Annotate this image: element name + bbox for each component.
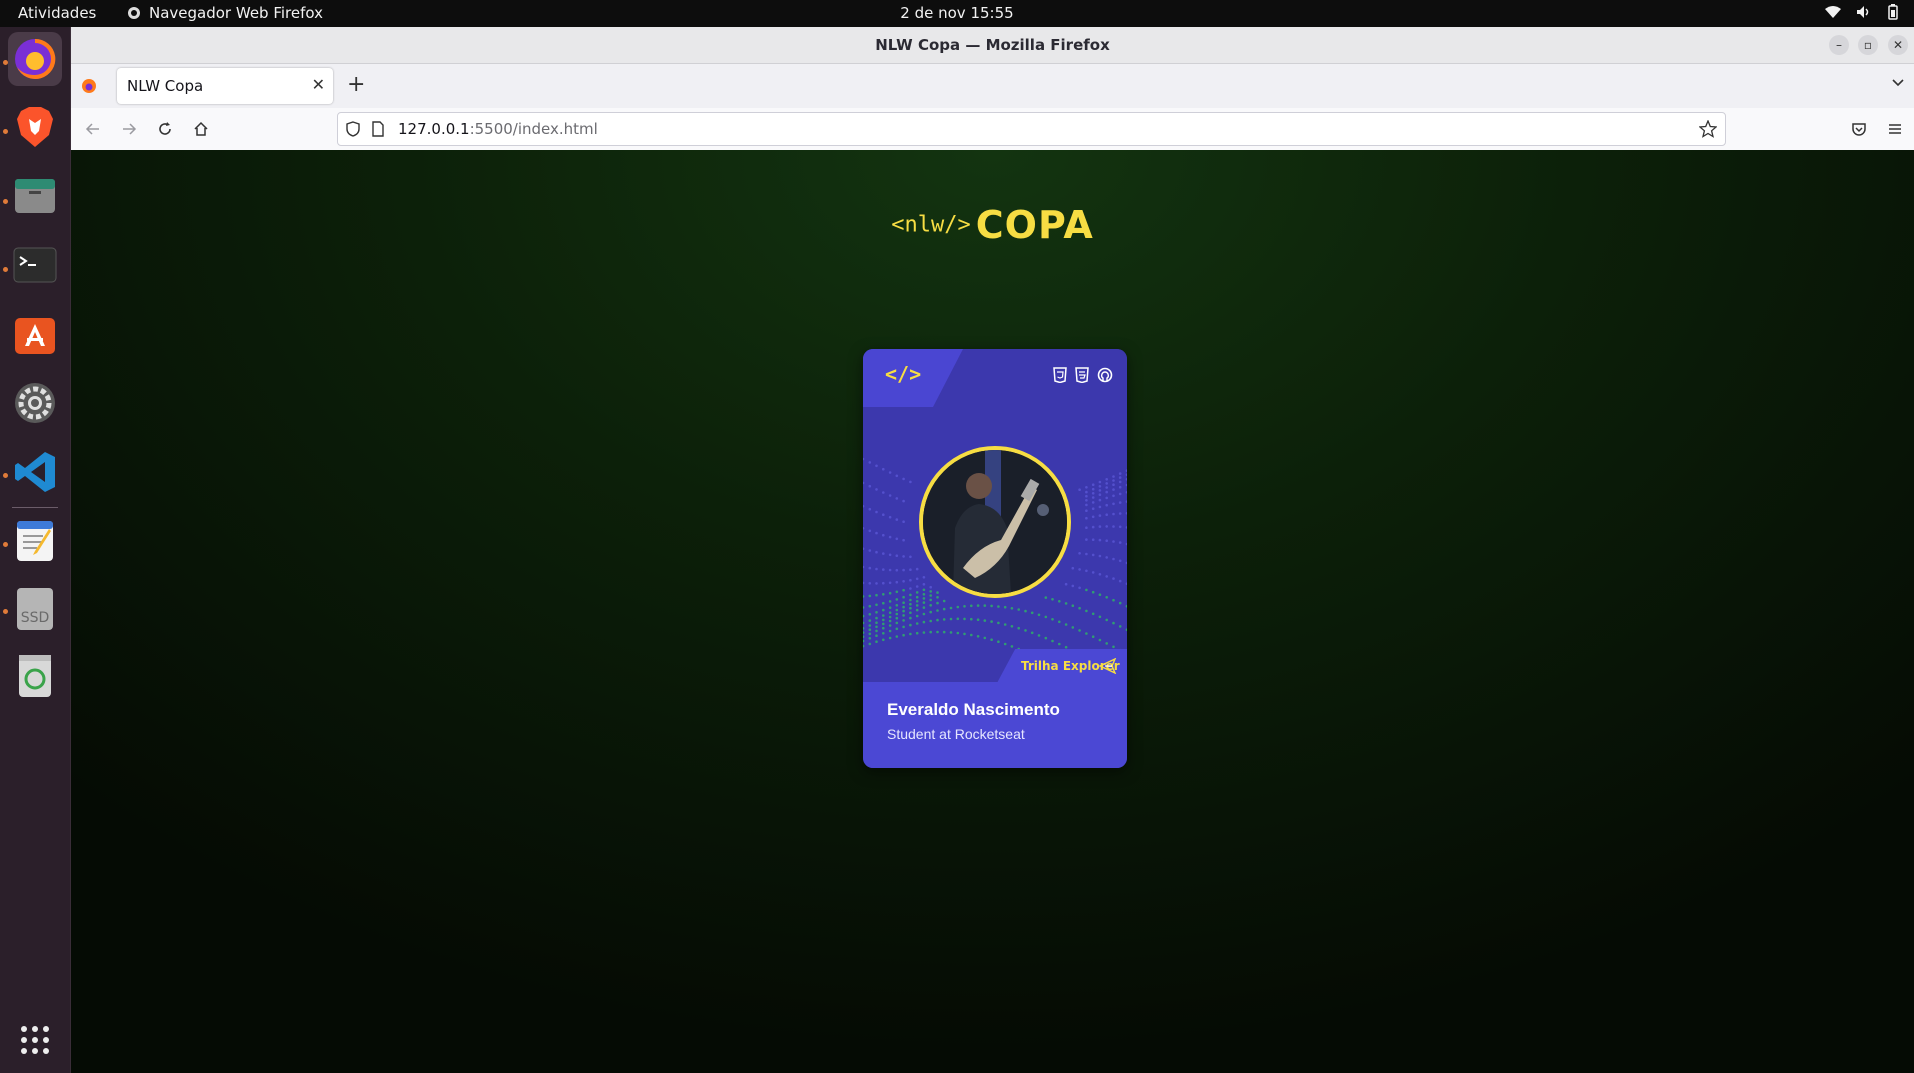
tech-icons	[1053, 367, 1113, 383]
back-arrow-icon	[85, 123, 99, 135]
profile-card: </> Trilha Explorer Everaldo Nascimento …	[863, 349, 1127, 768]
hamburger-menu-icon	[1889, 124, 1901, 134]
track-badge: Trilha Explorer	[997, 649, 1127, 682]
window-title: NLW Copa — Mozilla Firefox	[875, 36, 1110, 54]
firefox-icon	[15, 38, 56, 79]
profile-role: Student at Rocketseat	[887, 726, 1025, 742]
avatar-photo	[923, 450, 1067, 594]
tab-close-icon[interactable]: ✕	[312, 75, 325, 94]
dock-trash[interactable]	[8, 649, 62, 703]
vscode-icon	[15, 452, 55, 492]
bookmark-star-icon[interactable]	[1699, 120, 1717, 138]
firefox-view-icon[interactable]	[81, 78, 97, 94]
dock-show-apps[interactable]	[8, 1013, 62, 1067]
app-grid-icon	[21, 1026, 49, 1054]
logo-tag: <nlw/>	[891, 212, 971, 238]
drive-icon: SSD	[17, 588, 53, 630]
brave-icon	[17, 107, 53, 147]
pocket-icon	[1852, 123, 1866, 136]
dock-settings[interactable]	[8, 376, 62, 430]
tab-bar: NLW Copa ✕ +	[71, 64, 1914, 108]
forward-arrow-icon	[123, 123, 137, 135]
nlw-copa-logo: <nlw/> COPA	[71, 203, 1914, 247]
code-icon: </>	[885, 362, 922, 386]
url-text[interactable]: 127.0.0.1:5500/index.html	[398, 120, 598, 138]
app-menu-button[interactable]	[1883, 117, 1907, 141]
minimize-button[interactable]: –	[1829, 35, 1849, 55]
app-menu-label: Navegador Web Firefox	[149, 4, 323, 22]
ssd-label: SSD	[21, 610, 50, 626]
reload-icon	[159, 122, 171, 135]
dock-firefox[interactable]	[8, 32, 62, 86]
dock-files[interactable]	[8, 168, 62, 222]
dock-ssd-drive[interactable]: SSD	[8, 582, 62, 636]
dock-terminal[interactable]	[8, 238, 62, 292]
tab-label: NLW Copa	[127, 77, 204, 95]
tracking-protection-shield-icon[interactable]	[346, 121, 360, 137]
tab-nlw-copa[interactable]: NLW Copa ✕	[117, 68, 333, 104]
dock-vscode[interactable]	[8, 445, 62, 499]
activities-button[interactable]: Atividades	[18, 4, 96, 22]
card-bottom: Everaldo Nascimento Student at Rocketsea…	[863, 682, 1127, 768]
app-menu[interactable]: Navegador Web Firefox	[127, 4, 323, 22]
maximize-button[interactable]: ▫	[1858, 35, 1878, 55]
explorer-rocket-icon	[1099, 658, 1117, 674]
files-icon	[15, 179, 55, 213]
github-icon[interactable]	[1097, 367, 1113, 383]
profile-name: Everaldo Nascimento	[887, 700, 1060, 719]
avatar	[919, 446, 1071, 598]
url-host: 127.0.0.1	[398, 120, 470, 138]
battery-icon	[1888, 4, 1898, 20]
dock-separator	[12, 507, 58, 508]
list-all-tabs-icon[interactable]	[1890, 74, 1906, 90]
home-button[interactable]	[189, 117, 213, 141]
url-bar[interactable]: 127.0.0.1:5500/index.html	[337, 112, 1726, 146]
page-info-icon[interactable]	[372, 121, 384, 137]
wifi-icon	[1825, 6, 1841, 18]
navigation-toolbar: 127.0.0.1:5500/index.html	[71, 108, 1914, 151]
page-viewport: <nlw/> COPA </> Trilha Explorer Everaldo…	[71, 150, 1914, 1073]
dock-app-center[interactable]	[8, 307, 62, 361]
firefox-small-icon	[128, 7, 140, 19]
clock[interactable]: 2 de nov 15:55	[900, 4, 1013, 22]
pocket-button[interactable]	[1847, 117, 1871, 141]
logo-copa: COPA	[975, 203, 1094, 247]
system-top-bar: Atividades Navegador Web Firefox 2 de no…	[0, 0, 1914, 27]
home-icon	[194, 121, 208, 136]
url-path: :5500/index.html	[469, 120, 598, 138]
new-tab-button[interactable]: +	[347, 72, 365, 97]
title-bar[interactable]: NLW Copa — Mozilla Firefox – ▫ ✕	[71, 27, 1914, 64]
text-editor-icon	[17, 521, 53, 561]
app-store-icon	[15, 318, 55, 354]
terminal-icon	[13, 247, 57, 283]
card-top: </> Trilha Explorer	[863, 349, 1127, 682]
dock: SSD	[0, 27, 71, 1073]
settings-gear-icon	[15, 383, 55, 423]
reload-button[interactable]	[153, 117, 177, 141]
back-button[interactable]	[81, 117, 105, 141]
dock-text-editor[interactable]	[8, 514, 62, 568]
trash-icon	[19, 655, 51, 697]
css3-icon	[1075, 367, 1089, 383]
close-window-button[interactable]: ✕	[1888, 35, 1908, 55]
dock-brave[interactable]	[8, 100, 62, 154]
volume-icon	[1857, 6, 1869, 18]
html5-icon	[1053, 367, 1067, 383]
firefox-window: NLW Copa — Mozilla Firefox – ▫ ✕ NLW Cop…	[71, 27, 1914, 1073]
system-status-area[interactable]	[1824, 4, 1900, 20]
forward-button[interactable]	[117, 117, 141, 141]
